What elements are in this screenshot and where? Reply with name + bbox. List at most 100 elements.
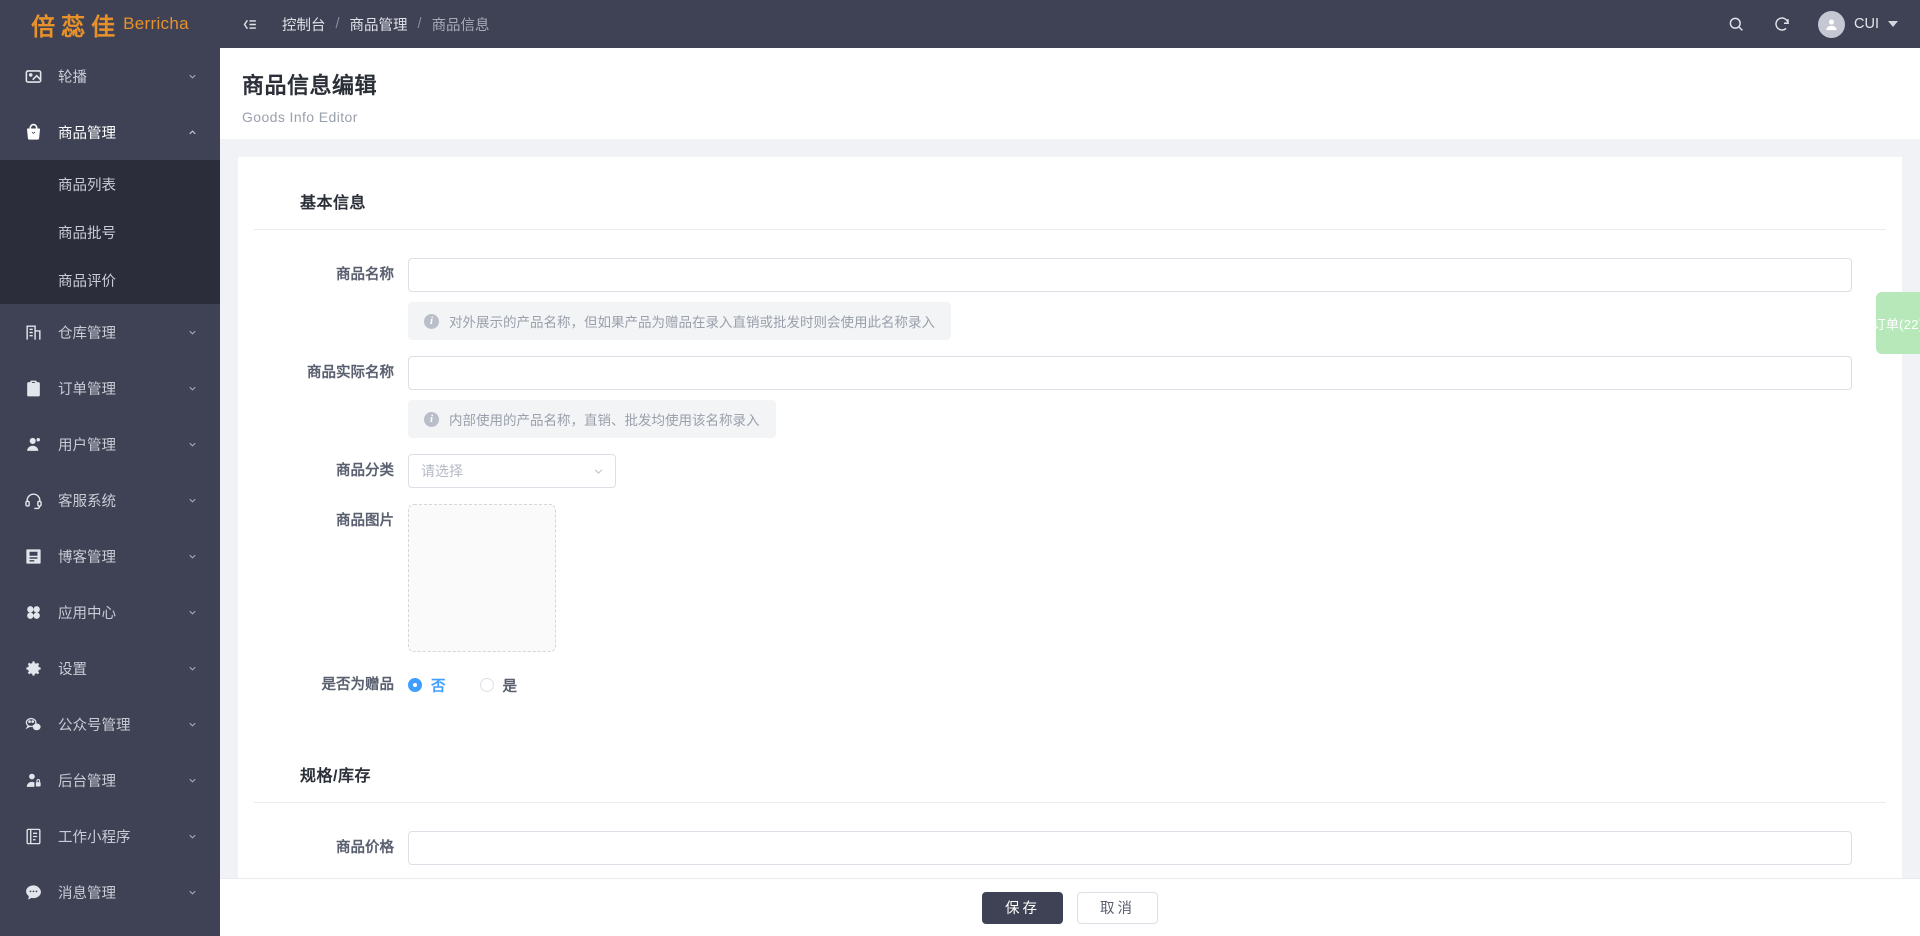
form-control-goods-real-name: i 内部使用的产品名称，直销、批发均使用该名称录入 xyxy=(408,356,1902,438)
breadcrumb-item-console[interactable]: 控制台 xyxy=(282,14,326,35)
category-select-placeholder: 请选择 xyxy=(421,463,463,479)
breadcrumb-item-goods-management[interactable]: 商品管理 xyxy=(350,14,408,35)
page-header: 商品信息编辑 Goods Info Editor xyxy=(220,48,1920,139)
sidebar-item-warehouse-management[interactable]: 仓库管理 xyxy=(0,304,220,360)
price-input[interactable] xyxy=(408,831,1852,865)
collapse-menu-icon[interactable] xyxy=(238,13,260,35)
chevron-down-icon xyxy=(186,662,198,674)
sidebar-item-order-management[interactable]: 订单管理 xyxy=(0,360,220,416)
form-label-category: 商品分类 xyxy=(336,463,394,479)
goods-name-input[interactable] xyxy=(408,258,1852,292)
sidebar-item-settings[interactable]: 设置 xyxy=(0,640,220,696)
chevron-down-icon xyxy=(186,326,198,338)
form-row-category: 商品分类 请选择 xyxy=(238,454,1902,488)
radio-indicator xyxy=(408,678,422,692)
book-icon xyxy=(22,545,44,567)
goods-name-hint: i 对外展示的产品名称，但如果产品为赠品在录入直销或批发时则会使用此名称录入 xyxy=(408,302,951,340)
gear-icon xyxy=(22,657,44,679)
avatar-icon xyxy=(1818,10,1846,38)
user-lock-icon xyxy=(22,769,44,791)
sidebar-item-user-management[interactable]: 用户管理 xyxy=(0,416,220,472)
info-icon: i xyxy=(424,313,439,329)
search-icon[interactable] xyxy=(1726,14,1746,34)
sidebar-item-goods-review[interactable]: 商品评价 xyxy=(0,256,220,304)
radio-label: 是 xyxy=(502,678,518,695)
sidebar-item-label: 仓库管理 xyxy=(58,325,116,342)
sidebar-subitem-label: 商品列表 xyxy=(58,177,116,194)
sidebar-item-work-miniprogram[interactable]: 工作小程序 xyxy=(0,808,220,864)
form-control-goods-name: i 对外展示的产品名称，但如果产品为赠品在录入直销或批发时则会使用此名称录入 xyxy=(408,258,1902,340)
admin-app: 倍蕊佳 Berricha 轮播 商品管理 商品列表 商品批号 商品评价 仓库管理… xyxy=(0,0,1920,936)
chevron-down-icon xyxy=(186,886,198,898)
order-floating-tab-label: 订单(22) xyxy=(1872,316,1920,332)
sidebar-item-blog-management[interactable]: 博客管理 xyxy=(0,528,220,584)
radio-indicator xyxy=(479,678,494,692)
chevron-up-icon xyxy=(186,126,198,138)
clipboard-icon xyxy=(22,377,44,399)
form-control-is-gift: 否 是 xyxy=(408,668,1902,702)
hint-text: 内部使用的产品名称，直销、批发均使用该名称录入 xyxy=(449,413,760,428)
sidebar-item-wechat-official[interactable]: 公众号管理 xyxy=(0,696,220,752)
sidebar-item-goods-batch[interactable]: 商品批号 xyxy=(0,208,220,256)
sidebar-item-app-center[interactable]: 应用中心 xyxy=(0,584,220,640)
goods-form-card: 基本信息 商品名称 i 对外展示的产品名称，但如果产品为赠品在录入直销或批发时则… xyxy=(238,157,1902,878)
save-button[interactable]: 保存 xyxy=(982,891,1063,924)
form-control-price xyxy=(408,831,1902,865)
sidebar-item-backend-management[interactable]: 后台管理 xyxy=(0,752,220,808)
info-icon: i xyxy=(424,411,439,427)
main-area: 控制台 / 商品管理 / 商品信息 CUI 商品信息编辑 Goods Info … xyxy=(220,0,1920,936)
goods-real-name-input[interactable] xyxy=(408,356,1852,390)
sidebar-item-label: 用户管理 xyxy=(58,437,116,454)
sidebar-item-label: 博客管理 xyxy=(58,549,116,566)
is-gift-option-no[interactable]: 否 xyxy=(408,675,446,696)
user-menu[interactable]: CUI xyxy=(1818,10,1898,38)
form-row-price: 商品价格 xyxy=(238,831,1902,865)
sidebar-subitem-label: 商品评价 xyxy=(58,273,116,290)
order-floating-tab[interactable]: 订单(22) xyxy=(1872,292,1920,354)
wechat-icon xyxy=(22,713,44,735)
brand-logo-cn: 倍蕊佳 xyxy=(31,12,122,41)
message-icon xyxy=(22,881,44,903)
breadcrumb-item-goods-info: 商品信息 xyxy=(431,17,490,34)
chevron-down-icon xyxy=(186,774,198,786)
topbar-actions: CUI xyxy=(1726,10,1898,38)
user-icon xyxy=(22,433,44,455)
form-row-goods-name: 商品名称 i 对外展示的产品名称，但如果产品为赠品在录入直销或批发时则会使用此名… xyxy=(238,258,1902,340)
chevron-down-icon xyxy=(186,494,198,506)
form-control-category: 请选择 xyxy=(408,454,1902,488)
chevron-down-icon xyxy=(1888,21,1898,27)
sidebar-item-goods-management[interactable]: 商品管理 xyxy=(0,104,220,160)
topbar: 控制台 / 商品管理 / 商品信息 CUI xyxy=(220,0,1920,48)
content-scroll-region[interactable]: 基本信息 商品名称 i 对外展示的产品名称，但如果产品为赠品在录入直销或批发时则… xyxy=(220,139,1920,878)
breadcrumb-separator: / xyxy=(335,16,340,32)
chevron-down-icon xyxy=(186,830,198,842)
form-row-is-gift: 是否为赠品 否 是 xyxy=(238,668,1902,702)
image-icon xyxy=(22,65,44,87)
cancel-button[interactable]: 取消 xyxy=(1077,891,1158,924)
sidebar-subitem-label: 商品批号 xyxy=(58,225,116,242)
sidebar-nav: 轮播 商品管理 商品列表 商品批号 商品评价 仓库管理 订单管理 用户管理 客服… xyxy=(0,48,220,936)
brand-logo-en: Berricha xyxy=(123,14,189,33)
goods-image-uploader[interactable] xyxy=(408,504,556,652)
sidebar-item-message-management[interactable]: 消息管理 xyxy=(0,864,220,920)
sidebar-item-carousel[interactable]: 轮播 xyxy=(0,48,220,104)
form-label-goods-image: 商品图片 xyxy=(336,513,394,529)
form-label-goods-real-name: 商品实际名称 xyxy=(307,365,394,381)
sidebar-item-label: 后台管理 xyxy=(58,773,116,790)
brand-logo[interactable]: 倍蕊佳 Berricha xyxy=(0,0,220,48)
category-select[interactable]: 请选择 xyxy=(408,454,616,488)
is-gift-radio-group: 否 是 xyxy=(408,668,1852,702)
sidebar-item-customer-service[interactable]: 客服系统 xyxy=(0,472,220,528)
sidebar-item-goods-list[interactable]: 商品列表 xyxy=(0,160,220,208)
page-title: 商品信息编辑 xyxy=(242,73,378,98)
chevron-down-icon xyxy=(186,438,198,450)
apps-icon xyxy=(22,601,44,623)
section-divider xyxy=(254,802,1886,803)
refresh-icon[interactable] xyxy=(1772,14,1792,34)
is-gift-option-yes[interactable]: 是 xyxy=(479,675,518,696)
username-label: CUI xyxy=(1854,16,1879,32)
goods-real-name-hint: i 内部使用的产品名称，直销、批发均使用该名称录入 xyxy=(408,400,776,438)
submenu-goods-management: 商品列表 商品批号 商品评价 xyxy=(0,160,220,304)
chevron-down-icon xyxy=(186,718,198,730)
chevron-down-icon xyxy=(186,382,198,394)
